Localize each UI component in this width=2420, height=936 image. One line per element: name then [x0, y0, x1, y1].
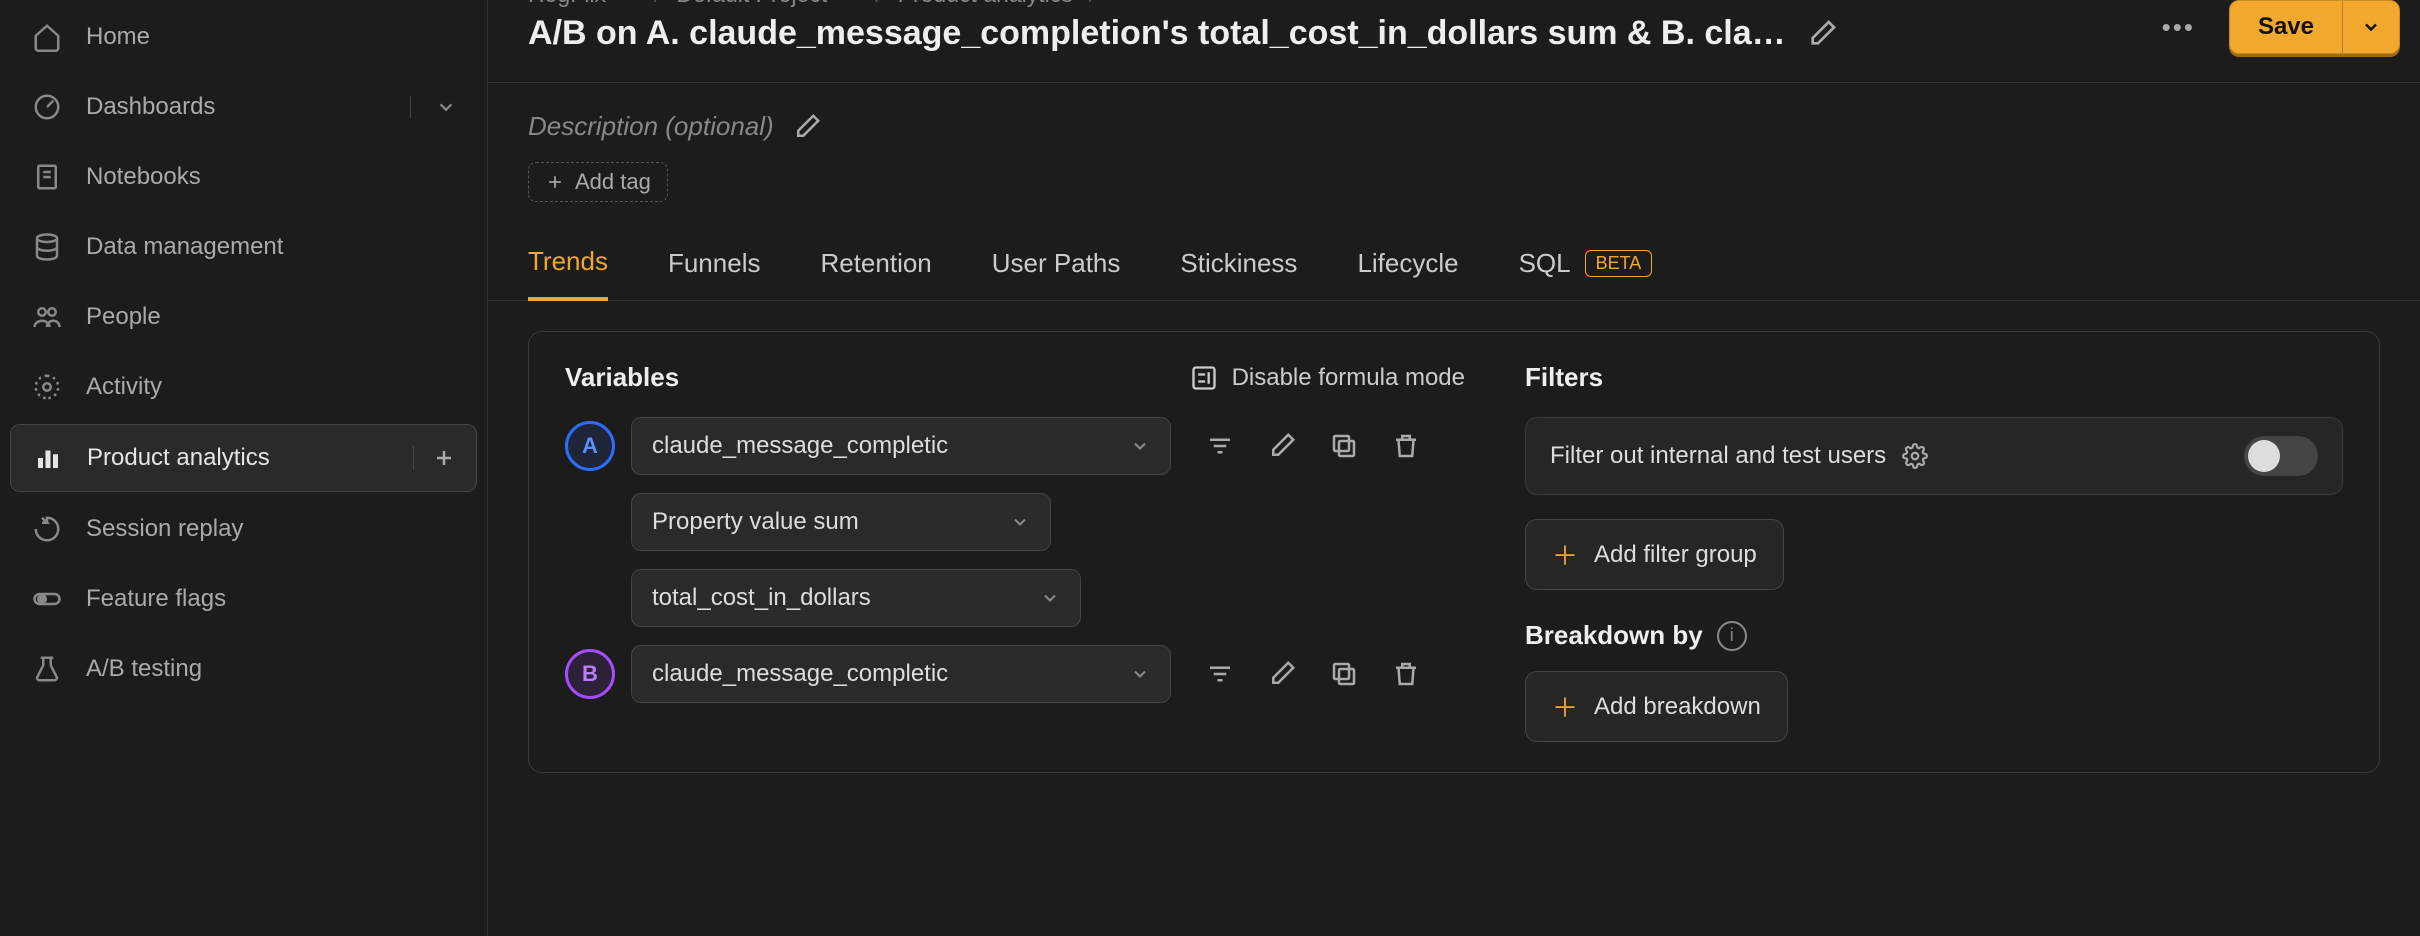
query-panel: Variables Disable formula mode A claude_…: [528, 331, 2380, 773]
add-filter-group-button[interactable]: ＋ Add filter group: [1525, 519, 1784, 590]
sidebar-label: A/B testing: [86, 655, 202, 683]
flask-icon: [30, 654, 64, 684]
plus-icon[interactable]: [413, 446, 456, 470]
sidebar-item-dashboards[interactable]: Dashboards: [10, 74, 477, 140]
people-icon: [30, 302, 64, 332]
add-tag-label: Add tag: [575, 169, 651, 195]
breadcrumb-org[interactable]: HogFlix: [528, 0, 606, 8]
page-title: A/B on A. claude_message_completion's to…: [528, 14, 1786, 53]
filter-icon[interactable]: [1199, 653, 1241, 695]
sidebar-label: Dashboards: [86, 93, 215, 121]
property-dropdown-a[interactable]: total_cost_in_dollars: [631, 569, 1081, 627]
sidebar-item-data-management[interactable]: Data management: [10, 214, 477, 280]
series-letter-b: B: [565, 649, 615, 699]
chevron-down-icon: [1040, 588, 1060, 608]
home-icon: [30, 22, 64, 52]
info-icon[interactable]: i: [1717, 621, 1747, 651]
beta-badge: BETA: [1585, 250, 1653, 277]
copy-icon[interactable]: [1323, 653, 1365, 695]
filter-icon[interactable]: [1199, 425, 1241, 467]
sidebar-label: Activity: [86, 373, 162, 401]
chevron-down-icon: [1130, 436, 1150, 456]
event-dropdown-b[interactable]: claude_message_completic: [631, 645, 1171, 703]
add-tag-button[interactable]: Add tag: [528, 162, 668, 202]
chevron-down-icon[interactable]: [622, 0, 638, 3]
notebook-icon: [30, 162, 64, 192]
sidebar-label: Session replay: [86, 515, 243, 543]
chevron-down-icon[interactable]: [843, 0, 859, 3]
sidebar-item-home[interactable]: Home: [10, 4, 477, 70]
breadcrumb: HogFlix / Default Project / Product anal…: [528, 0, 2148, 8]
sidebar-item-notebooks[interactable]: Notebooks: [10, 144, 477, 210]
bar-chart-icon: [31, 443, 65, 473]
activity-icon: [30, 372, 64, 402]
plus-icon: ＋: [1552, 688, 1578, 725]
description-placeholder[interactable]: Description (optional): [528, 111, 774, 142]
breadcrumb-project[interactable]: Default Project: [676, 0, 827, 8]
edit-description-button[interactable]: [792, 112, 822, 142]
sidebar-item-feature-flags[interactable]: Feature flags: [10, 566, 477, 632]
edit-icon[interactable]: [1261, 653, 1303, 695]
tab-retention[interactable]: Retention: [820, 226, 931, 300]
add-breakdown-button[interactable]: ＋ Add breakdown: [1525, 671, 1788, 742]
event-dropdown-a[interactable]: claude_message_completic: [631, 417, 1171, 475]
sidebar-item-activity[interactable]: Activity: [10, 354, 477, 420]
save-button[interactable]: Save: [2229, 0, 2400, 54]
sidebar: Home Dashboards Notebooks Data managemen…: [0, 0, 488, 936]
main-content: HogFlix / Default Project / Product anal…: [488, 0, 2420, 936]
sidebar-label: Notebooks: [86, 163, 201, 191]
tab-funnels[interactable]: Funnels: [668, 226, 761, 300]
tab-lifecycle[interactable]: Lifecycle: [1357, 226, 1458, 300]
series-letter-a: A: [565, 421, 615, 471]
aggregation-dropdown-a[interactable]: Property value sum: [631, 493, 1051, 551]
rewind-icon: [30, 514, 64, 544]
variables-title: Variables: [565, 362, 679, 393]
sidebar-item-ab-testing[interactable]: A/B testing: [10, 636, 477, 702]
series-row-b: B claude_message_completic: [565, 645, 1465, 703]
delete-icon[interactable]: [1385, 653, 1427, 695]
sidebar-label: Feature flags: [86, 585, 226, 613]
breadcrumb-section[interactable]: Product analytics: [898, 0, 1073, 8]
tab-user-paths[interactable]: User Paths: [992, 226, 1121, 300]
gear-icon[interactable]: [1902, 443, 1928, 469]
sidebar-label: Data management: [86, 233, 283, 261]
plus-icon: ＋: [1552, 536, 1578, 573]
sidebar-label: Home: [86, 23, 150, 51]
database-icon: [30, 232, 64, 262]
chevron-down-icon[interactable]: [410, 96, 457, 118]
delete-icon[interactable]: [1385, 425, 1427, 467]
internal-users-toggle[interactable]: [2244, 436, 2318, 476]
sidebar-item-session-replay[interactable]: Session replay: [10, 496, 477, 562]
save-dropdown[interactable]: [2342, 1, 2399, 53]
breakdown-title: Breakdown by: [1525, 620, 1703, 651]
sidebar-label: Product analytics: [87, 444, 270, 472]
chevron-down-icon: [1130, 664, 1150, 684]
toggle-icon: [30, 584, 64, 614]
series-row-a: A claude_message_completic: [565, 417, 1465, 475]
formula-icon: [1190, 364, 1218, 392]
tab-stickiness[interactable]: Stickiness: [1180, 226, 1297, 300]
chevron-down-icon: [1010, 512, 1030, 532]
disable-formula-button[interactable]: Disable formula mode: [1190, 364, 1465, 392]
sidebar-item-product-analytics[interactable]: Product analytics: [10, 424, 477, 492]
more-button[interactable]: •••: [2148, 4, 2209, 51]
edit-title-button[interactable]: [1806, 18, 1838, 50]
filters-title: Filters: [1525, 362, 1603, 393]
tab-sql[interactable]: SQL BETA: [1519, 226, 1653, 300]
edit-icon[interactable]: [1261, 425, 1303, 467]
filter-label: Filter out internal and test users: [1550, 442, 1886, 470]
copy-icon[interactable]: [1323, 425, 1365, 467]
gauge-icon: [30, 92, 64, 122]
save-label[interactable]: Save: [2230, 1, 2342, 53]
internal-users-filter: Filter out internal and test users: [1525, 417, 2343, 495]
sidebar-item-people[interactable]: People: [10, 284, 477, 350]
insight-tabs: Trends Funnels Retention User Paths Stic…: [488, 226, 2420, 301]
tab-trends[interactable]: Trends: [528, 226, 608, 301]
sidebar-label: People: [86, 303, 161, 331]
